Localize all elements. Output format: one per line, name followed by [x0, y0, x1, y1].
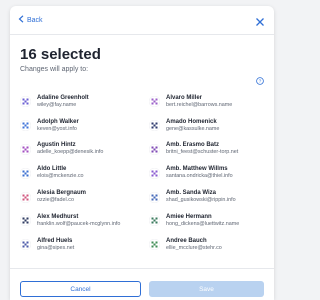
person-text: Amb. Erasmo Batz britni_feest@schuster-to… [166, 142, 238, 156]
list-item: Amb. Matthew Willms santana.ondricka@thie… [149, 161, 274, 185]
person-email: adelle_koepp@denesik.info [37, 149, 104, 156]
person-text: Adolph Walker keven@yost.info [37, 119, 79, 133]
list-item: Alesia Bergnaum ozzie@fadel.co [20, 185, 145, 209]
avatar-icon [20, 239, 31, 251]
avatar-icon [149, 143, 160, 155]
person-text: Amiee Hermann hong_dickens@luettwitz.name [166, 214, 239, 228]
list-item: Adaline Greenholt wiley@fay.name [20, 90, 145, 114]
person-email: elois@mckenzie.co [37, 173, 84, 180]
person-email: keven@yost.info [37, 125, 77, 132]
person-name: Amb. Sanda Wiza [166, 190, 216, 197]
person-email: hong_dickens@luettwitz.name [166, 220, 240, 227]
selected-people-list: Adaline Greenholt wiley@fay.name Alvaro Mi… [20, 90, 274, 257]
list-item: Amb. Sanda Wiza shad_gusikowski@rippin.in… [149, 185, 274, 209]
person-text: Agustin Hintz adelle_koepp@denesik.info [37, 142, 103, 156]
help-icon[interactable]: ? [256, 72, 264, 85]
person-name: Alesia Bergnaum [37, 190, 87, 197]
avatar-icon [149, 215, 160, 227]
list-item: Alfred Huels gina@sipes.net [20, 233, 145, 257]
person-text: Alvaro Miller bert.reichel@barrows.name [166, 95, 232, 109]
person-email: britni_feest@schuster-torp.net [166, 149, 239, 156]
avatar-icon [20, 215, 31, 227]
person-text: Andree Bauch ellie_mcclure@stehr.co [166, 238, 222, 252]
save-button[interactable]: Save [149, 281, 264, 297]
list-item: Alex Medhurst franklin.wolf@paucek-mcglyn… [20, 209, 145, 233]
list-item: Agustin Hintz adelle_koepp@denesik.info [20, 138, 145, 162]
close-button[interactable] [255, 14, 265, 26]
chevron-left-icon [18, 15, 24, 25]
list-item: Alvaro Miller bert.reichel@barrows.name [149, 90, 274, 114]
bulk-edit-modal: Back 16 selected Changes will apply to: … [10, 6, 274, 300]
person-email: wiley@fay.name [37, 101, 77, 108]
avatar-icon [149, 167, 160, 179]
cancel-button[interactable]: Cancel [20, 281, 141, 297]
person-text: Aldo Little elois@mckenzie.co [37, 166, 84, 180]
back-label: Back [27, 16, 43, 24]
person-name: Amb. Matthew Willms [166, 166, 228, 173]
person-text: Amado Homenick gene@kassulke.name [166, 119, 219, 133]
person-email: gene@kassulke.name [166, 125, 220, 132]
svg-text:?: ? [259, 79, 262, 85]
selection-count-title: 16 selected [20, 46, 101, 63]
modal-topbar: Back [10, 6, 274, 35]
back-button[interactable]: Back [18, 15, 43, 25]
person-name: Agustin Hintz [37, 142, 76, 149]
close-icon [255, 14, 265, 31]
avatar-icon [20, 191, 31, 203]
avatar-icon [149, 120, 160, 132]
person-name: Alvaro Miller [166, 94, 203, 101]
person-name: Aldo Little [37, 166, 67, 173]
person-name: Amado Homenick [166, 118, 217, 125]
person-email: bert.reichel@barrows.name [166, 101, 233, 108]
list-item: Andree Bauch ellie_mcclure@stehr.co [149, 233, 274, 257]
person-text: Alfred Huels gina@sipes.net [37, 238, 74, 252]
person-name: Andree Bauch [166, 237, 207, 244]
person-name: Amb. Erasmo Batz [166, 142, 220, 149]
modal-footer: Cancel Save [10, 268, 274, 300]
person-email: ellie_mcclure@stehr.co [166, 244, 222, 251]
avatar-icon [20, 143, 31, 155]
person-text: Adaline Greenholt wiley@fay.name [37, 95, 89, 109]
person-name: Amiee Hermann [166, 213, 212, 220]
changes-apply-subtitle: Changes will apply to: [20, 66, 89, 73]
person-email: ozzie@fadel.co [37, 197, 74, 204]
avatar-icon [149, 191, 160, 203]
person-text: Alesia Bergnaum ozzie@fadel.co [37, 190, 86, 204]
person-name: Alfred Huels [37, 237, 73, 244]
avatar-icon [149, 96, 160, 108]
person-email: shad_gusikowski@rippin.info [166, 197, 236, 204]
avatar-icon [20, 167, 31, 179]
avatar-icon [20, 96, 31, 108]
list-item: Amiee Hermann hong_dickens@luettwitz.name [149, 209, 274, 233]
list-item: Amb. Erasmo Batz britni_feest@schuster-to… [149, 138, 274, 162]
person-text: Alex Medhurst franklin.wolf@paucek-mcglyn… [37, 214, 120, 228]
person-email: gina@sipes.net [37, 244, 75, 251]
list-item: Amado Homenick gene@kassulke.name [149, 114, 274, 138]
list-item: Adolph Walker keven@yost.info [20, 114, 145, 138]
person-name: Adaline Greenholt [37, 94, 89, 101]
person-name: Adolph Walker [37, 118, 79, 125]
person-email: santana.ondricka@thiel.info [166, 173, 233, 180]
person-text: Amb. Matthew Willms santana.ondricka@thie… [166, 166, 233, 180]
person-email: franklin.wolf@paucek-mcglynn.info [37, 220, 121, 227]
person-text: Amb. Sanda Wiza shad_gusikowski@rippin.in… [166, 190, 236, 204]
avatar-icon [149, 239, 160, 251]
person-name: Alex Medhurst [37, 213, 79, 220]
list-item: Aldo Little elois@mckenzie.co [20, 161, 145, 185]
avatar-icon [20, 120, 31, 132]
